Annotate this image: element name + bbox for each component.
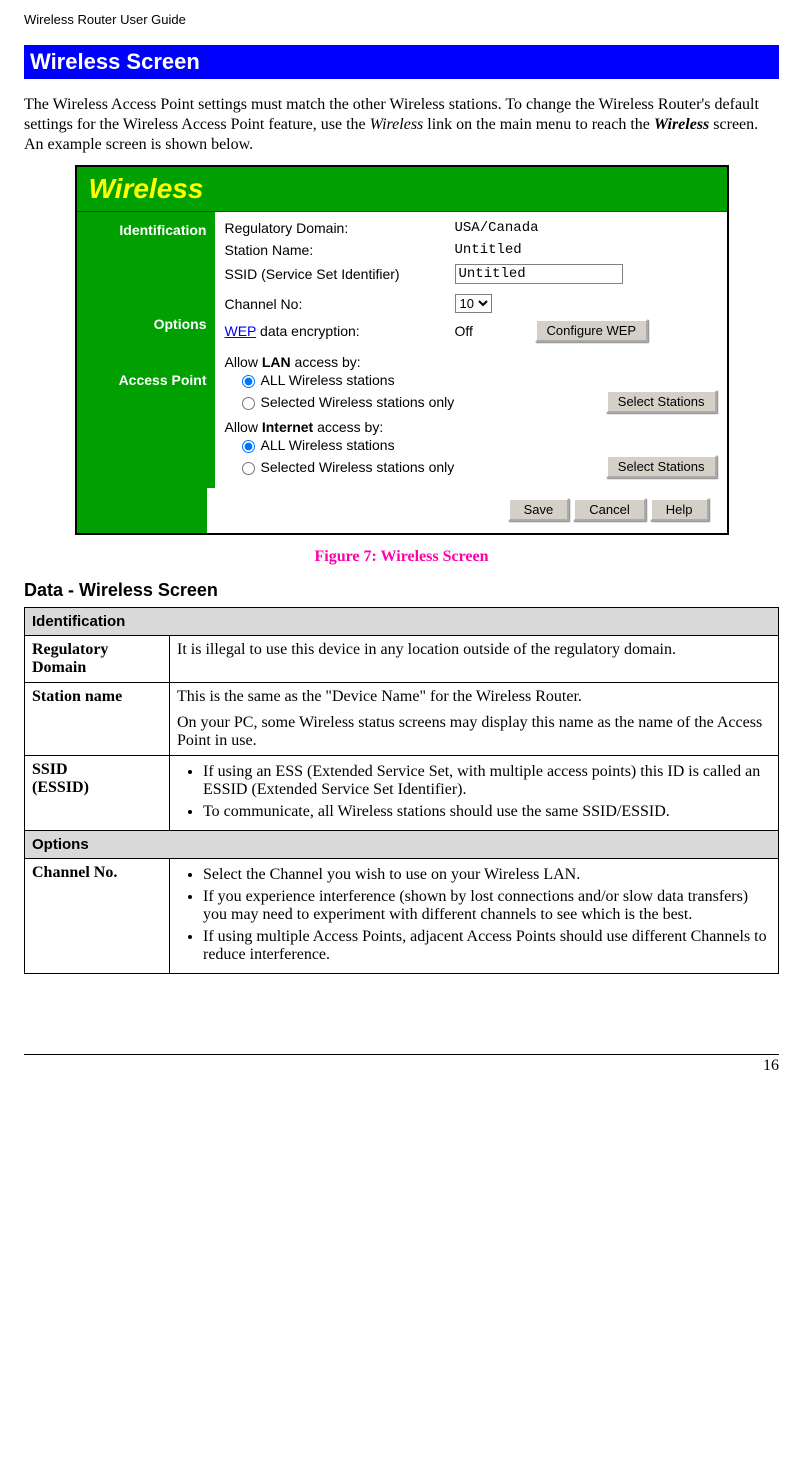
allow-lan-text: Allow bbox=[225, 354, 262, 370]
internet-all-label: ALL Wireless stations bbox=[261, 437, 395, 453]
lan-all-label: ALL Wireless stations bbox=[261, 372, 395, 388]
wireless-link-ref: Wireless bbox=[370, 116, 424, 133]
page-number: 16 bbox=[24, 1054, 779, 1075]
table-row: Regulatory Domain It is illegal to use t… bbox=[25, 636, 779, 683]
page-header: Wireless Router User Guide bbox=[24, 12, 779, 27]
regulatory-domain-row-label: Regulatory Domain bbox=[25, 636, 170, 683]
table-header-row: Options bbox=[25, 831, 779, 859]
internet-selected-radio[interactable] bbox=[242, 462, 255, 475]
lan-selected-label: Selected Wireless stations only bbox=[261, 394, 455, 410]
table-row: SSID (ESSID) If using an ESS (Extended S… bbox=[25, 756, 779, 831]
regulatory-domain-row-text: It is illegal to use this device in any … bbox=[170, 636, 779, 683]
channel-no-row-label: Channel No. bbox=[25, 859, 170, 974]
identification-header: Identification bbox=[25, 608, 779, 636]
channel-no-select[interactable]: 10 bbox=[455, 294, 492, 313]
table-row: Station name This is the same as the "De… bbox=[25, 683, 779, 756]
ssid-row-label: SSID bbox=[32, 761, 162, 779]
select-stations-lan-button[interactable]: Select Stations bbox=[606, 390, 717, 413]
figure-caption: Figure 7: Wireless Screen bbox=[24, 548, 779, 566]
wep-label: data encryption: bbox=[256, 323, 360, 339]
configure-wep-button[interactable]: Configure WEP bbox=[535, 319, 649, 342]
wireless-screen-figure: Wireless Identification Options Access P… bbox=[75, 165, 729, 535]
ssid-label: SSID (Service Set Identifier) bbox=[225, 266, 455, 282]
allow-internet-text: access by: bbox=[313, 419, 383, 435]
regulatory-domain-label: Regulatory Domain: bbox=[225, 220, 455, 236]
wep-link[interactable]: WEP bbox=[225, 323, 257, 339]
ssid-bullet: To communicate, all Wireless stations sh… bbox=[203, 803, 771, 821]
allow-lan-bold: LAN bbox=[262, 354, 291, 370]
wep-value: Off bbox=[455, 323, 535, 339]
lan-selected-radio[interactable] bbox=[242, 397, 255, 410]
station-name-row-text: On your PC, some Wireless status screens… bbox=[177, 714, 771, 750]
channel-bullet: If you experience interference (shown by… bbox=[203, 888, 771, 924]
channel-no-label: Channel No: bbox=[225, 296, 455, 312]
internet-all-radio[interactable] bbox=[242, 440, 255, 453]
lan-all-radio[interactable] bbox=[242, 375, 255, 388]
figure-title: Wireless bbox=[77, 167, 727, 212]
channel-bullet: Select the Channel you wish to use on yo… bbox=[203, 866, 771, 884]
intro-paragraph: The Wireless Access Point settings must … bbox=[24, 95, 779, 155]
station-name-label: Station Name: bbox=[225, 242, 455, 258]
table-header-row: Identification bbox=[25, 608, 779, 636]
side-label-identification: Identification bbox=[77, 222, 207, 238]
intro-text: link on the main menu to reach the bbox=[427, 116, 654, 133]
regulatory-domain-value: USA/Canada bbox=[455, 220, 539, 236]
station-name-value: Untitled bbox=[455, 242, 522, 258]
channel-bullet: If using multiple Access Points, adjacen… bbox=[203, 928, 771, 964]
allow-internet-text: Allow bbox=[225, 419, 262, 435]
essid-row-label: (ESSID) bbox=[32, 779, 162, 797]
internet-selected-label: Selected Wireless stations only bbox=[261, 459, 455, 475]
save-button[interactable]: Save bbox=[508, 498, 570, 521]
select-stations-internet-button[interactable]: Select Stations bbox=[606, 455, 717, 478]
side-label-access-point: Access Point bbox=[77, 372, 207, 388]
help-button[interactable]: Help bbox=[650, 498, 709, 521]
data-table: Identification Regulatory Domain It is i… bbox=[24, 607, 779, 974]
options-header: Options bbox=[25, 831, 779, 859]
station-name-row-text: This is the same as the "Device Name" fo… bbox=[177, 688, 771, 706]
section-title: Wireless Screen bbox=[24, 45, 779, 79]
data-section-title: Data - Wireless Screen bbox=[24, 580, 779, 601]
ssid-bullet: If using an ESS (Extended Service Set, w… bbox=[203, 763, 771, 799]
table-row: Channel No. Select the Channel you wish … bbox=[25, 859, 779, 974]
side-label-options: Options bbox=[77, 316, 207, 332]
allow-internet-bold: Internet bbox=[262, 419, 313, 435]
cancel-button[interactable]: Cancel bbox=[573, 498, 645, 521]
allow-lan-text: access by: bbox=[291, 354, 361, 370]
wireless-screen-ref: Wireless bbox=[654, 116, 709, 133]
station-name-row-label: Station name bbox=[25, 683, 170, 756]
ssid-input[interactable] bbox=[455, 264, 623, 284]
